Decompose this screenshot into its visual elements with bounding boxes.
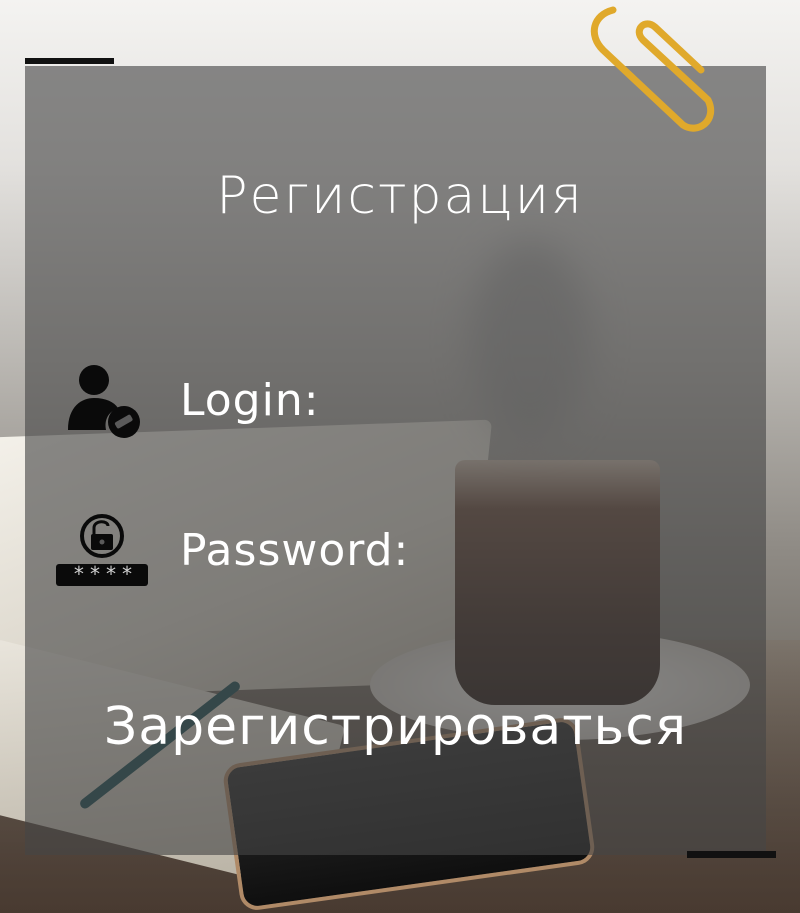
register-button[interactable]: Зарегистрироваться bbox=[25, 697, 766, 757]
password-mask: **** bbox=[72, 562, 138, 586]
login-label: Login: bbox=[180, 374, 320, 426]
login-row: Login: bbox=[52, 360, 320, 440]
corner-accent-bottom bbox=[687, 851, 776, 858]
corner-accent-top bbox=[25, 58, 114, 64]
user-edit-icon bbox=[52, 360, 152, 440]
paperclip-icon bbox=[590, 6, 715, 132]
page-title: Регистрация bbox=[216, 166, 584, 226]
password-label: Password: bbox=[180, 524, 410, 576]
